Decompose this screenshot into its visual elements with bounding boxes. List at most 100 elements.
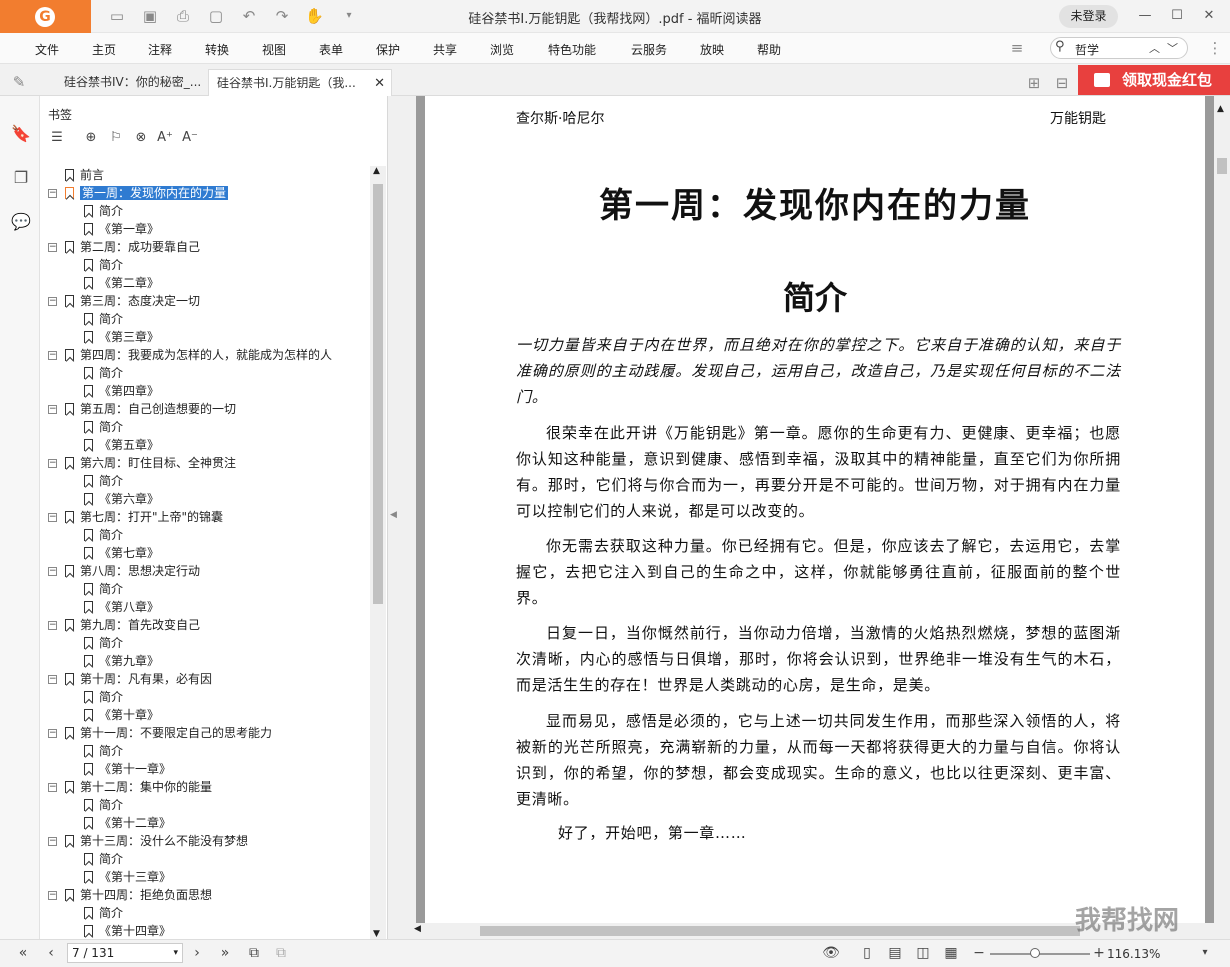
menu-protect[interactable]: 保护 bbox=[376, 41, 400, 58]
collapse-toggle-icon[interactable]: − bbox=[48, 243, 57, 252]
font-increase-icon[interactable]: A⁺ bbox=[156, 129, 174, 147]
zoom-dropdown-icon[interactable]: ▾ bbox=[1196, 944, 1214, 962]
edit-icon[interactable]: ✎ bbox=[10, 73, 28, 91]
continuous-facing-icon[interactable]: ▦ bbox=[942, 944, 960, 962]
menu-slideshow[interactable]: 放映 bbox=[700, 41, 724, 58]
menu-cloud[interactable]: 云服务 bbox=[631, 41, 667, 58]
zoom-slider-handle[interactable] bbox=[1030, 948, 1040, 958]
bookmark-item[interactable]: 《第十二章》 bbox=[84, 814, 171, 832]
bookmark-chapter[interactable]: 第十三周：没什么不能没有梦想 bbox=[65, 832, 248, 850]
bookmark-item[interactable]: 简介 bbox=[84, 904, 123, 922]
menu-form[interactable]: 表单 bbox=[319, 41, 343, 58]
collapse-toggle-icon[interactable]: − bbox=[48, 729, 57, 738]
zoom-in-icon[interactable]: + bbox=[1090, 944, 1108, 962]
zoom-slider[interactable] bbox=[990, 953, 1090, 955]
bookmark-chapter[interactable]: 第三周：态度决定一切 bbox=[65, 292, 200, 310]
close-window-icon[interactable]: ✕ bbox=[1197, 5, 1221, 27]
bookmark-item[interactable]: 《第三章》 bbox=[84, 328, 159, 346]
print-icon[interactable]: ⎙ bbox=[174, 7, 192, 25]
collapse-toggle-icon[interactable]: − bbox=[48, 675, 57, 684]
bookmark-chapter[interactable]: 第八周：思想决定行动 bbox=[65, 562, 200, 580]
promo-red-packet-button[interactable]: 领取现金红包 bbox=[1078, 65, 1230, 95]
menu-view[interactable]: 视图 bbox=[262, 41, 286, 58]
hand-tool-icon[interactable]: ✋ bbox=[305, 7, 324, 25]
bookmark-chapter[interactable]: 第九周：首先改变自己 bbox=[65, 616, 200, 634]
collapse-toggle-icon[interactable]: − bbox=[48, 459, 57, 468]
collapse-toggle-icon[interactable]: − bbox=[48, 513, 57, 522]
pages-panel-icon[interactable]: ❐ bbox=[11, 168, 31, 188]
bookmark-item[interactable]: 《第四章》 bbox=[84, 382, 159, 400]
bookmark-item[interactable]: 简介 bbox=[84, 364, 123, 382]
bookmark-item[interactable]: 简介 bbox=[84, 580, 123, 598]
minimize-icon[interactable]: — bbox=[1133, 5, 1157, 27]
bookmark-item[interactable]: 《第九章》 bbox=[84, 652, 159, 670]
document-scrollbar[interactable]: ▲ bbox=[1214, 96, 1230, 923]
prev-page-icon[interactable]: ‹ bbox=[42, 944, 60, 962]
new-document-icon[interactable]: ▢ bbox=[207, 7, 225, 25]
tab-document-1[interactable]: 硅谷禁书IV：你的秘密_... bbox=[56, 69, 208, 96]
app-logo[interactable]: G bbox=[0, 0, 91, 33]
font-decrease-icon[interactable]: A⁻ bbox=[181, 129, 199, 147]
search-options-icon[interactable]: ≡ bbox=[1008, 39, 1026, 57]
scroll-down-icon[interactable]: ▼ bbox=[373, 929, 380, 939]
scroll-up-icon[interactable]: ▲ bbox=[373, 166, 380, 176]
bookmark-chapter[interactable]: 第十一周：不要限定自己的思考能力 bbox=[65, 724, 272, 742]
maximize-icon[interactable]: ☐ bbox=[1165, 5, 1189, 27]
page-number-input[interactable]: 7 / 131 ▾ bbox=[67, 943, 183, 963]
collapse-toggle-icon[interactable]: − bbox=[48, 891, 57, 900]
collapse-panel-icon[interactable]: ◀ bbox=[390, 510, 397, 520]
bookmark-item[interactable]: 简介 bbox=[84, 202, 123, 220]
bookmark-item[interactable]: 《第十四章》 bbox=[84, 922, 171, 938]
search-input[interactable]: ⚲ 哲学 ︿ ﹀ bbox=[1050, 37, 1188, 59]
page-thumbnail-icon[interactable]: ⊟ bbox=[1053, 74, 1071, 92]
scrollbar-thumb[interactable] bbox=[480, 926, 1080, 936]
bookmark-item[interactable]: 《第五章》 bbox=[84, 436, 159, 454]
last-page-icon[interactable]: » bbox=[216, 944, 234, 962]
close-tab-icon[interactable]: ✕ bbox=[374, 70, 385, 97]
menu-file[interactable]: 文件 bbox=[35, 41, 59, 58]
bookmark-panel-icon[interactable]: 🔖 bbox=[11, 124, 31, 144]
bookmark-chapter[interactable]: 第十四周：拒绝负面思想 bbox=[65, 886, 212, 904]
bookmark-chapter[interactable]: 第一周：发现你内在的力量 bbox=[65, 184, 229, 202]
bookmark-item[interactable]: 简介 bbox=[84, 688, 123, 706]
scrollbar-thumb[interactable] bbox=[373, 184, 383, 604]
save-icon[interactable]: ▣ bbox=[141, 7, 159, 25]
bookmark-chapter[interactable]: 第六周：盯住目标、全神贯注 bbox=[65, 454, 236, 472]
single-page-icon[interactable]: ▯ bbox=[858, 944, 876, 962]
bookmark-item[interactable]: 简介 bbox=[84, 418, 123, 436]
continuous-page-icon[interactable]: ▤ bbox=[886, 944, 904, 962]
collapse-toggle-icon[interactable]: − bbox=[48, 351, 57, 360]
scrollbar-thumb[interactable] bbox=[1217, 158, 1227, 174]
zoom-level[interactable]: 116.13% bbox=[1107, 947, 1160, 961]
bookmark-item[interactable]: 简介 bbox=[84, 472, 123, 490]
copy-view-icon[interactable]: ⧉ bbox=[245, 944, 263, 962]
search-prev-icon[interactable]: ︿ bbox=[1149, 40, 1160, 56]
view-disabled-icon[interactable]: ⧉ bbox=[272, 944, 290, 962]
bookmark-item[interactable]: 《第六章》 bbox=[84, 490, 159, 508]
collapse-toggle-icon[interactable]: − bbox=[48, 567, 57, 576]
eye-mode-icon[interactable]: 👁 bbox=[822, 944, 840, 962]
customize-arrow-icon[interactable]: ▾ bbox=[340, 7, 358, 25]
bookmark-chapter[interactable]: 第十周：凡有果，必有因 bbox=[65, 670, 212, 688]
bookmark-item[interactable]: 简介 bbox=[84, 634, 123, 652]
menu-convert[interactable]: 转换 bbox=[205, 41, 229, 58]
search-next-icon[interactable]: ﹀ bbox=[1167, 40, 1178, 56]
menu-browse[interactable]: 浏览 bbox=[490, 41, 514, 58]
scroll-left-icon[interactable]: ◀ bbox=[414, 924, 421, 934]
bookmark-item[interactable]: 简介 bbox=[84, 256, 123, 274]
bookmark-item[interactable]: 简介 bbox=[84, 310, 123, 328]
bookmark-chapter[interactable]: 第五周：自己创造想要的一切 bbox=[65, 400, 236, 418]
menu-help[interactable]: 帮助 bbox=[757, 41, 781, 58]
bookmark-item[interactable]: 《第十一章》 bbox=[84, 760, 171, 778]
bookmark-item[interactable]: 简介 bbox=[84, 796, 123, 814]
more-menu-icon[interactable]: ⋮ bbox=[1206, 39, 1224, 57]
zoom-out-icon[interactable]: − bbox=[970, 944, 988, 962]
bookmark-chapter[interactable]: 第二周：成功要靠自己 bbox=[65, 238, 200, 256]
bookmark-chapter[interactable]: 第十二周：集中你的能量 bbox=[65, 778, 212, 796]
menu-home[interactable]: 主页 bbox=[92, 41, 116, 58]
bookmark-menu-icon[interactable]: ☰ bbox=[48, 129, 66, 147]
delete-bookmark-icon[interactable]: ⊗ bbox=[132, 129, 150, 147]
login-button[interactable]: 未登录 bbox=[1059, 5, 1118, 28]
menu-features[interactable]: 特色功能 bbox=[548, 41, 596, 58]
redo-icon[interactable]: ↷ bbox=[273, 7, 291, 25]
